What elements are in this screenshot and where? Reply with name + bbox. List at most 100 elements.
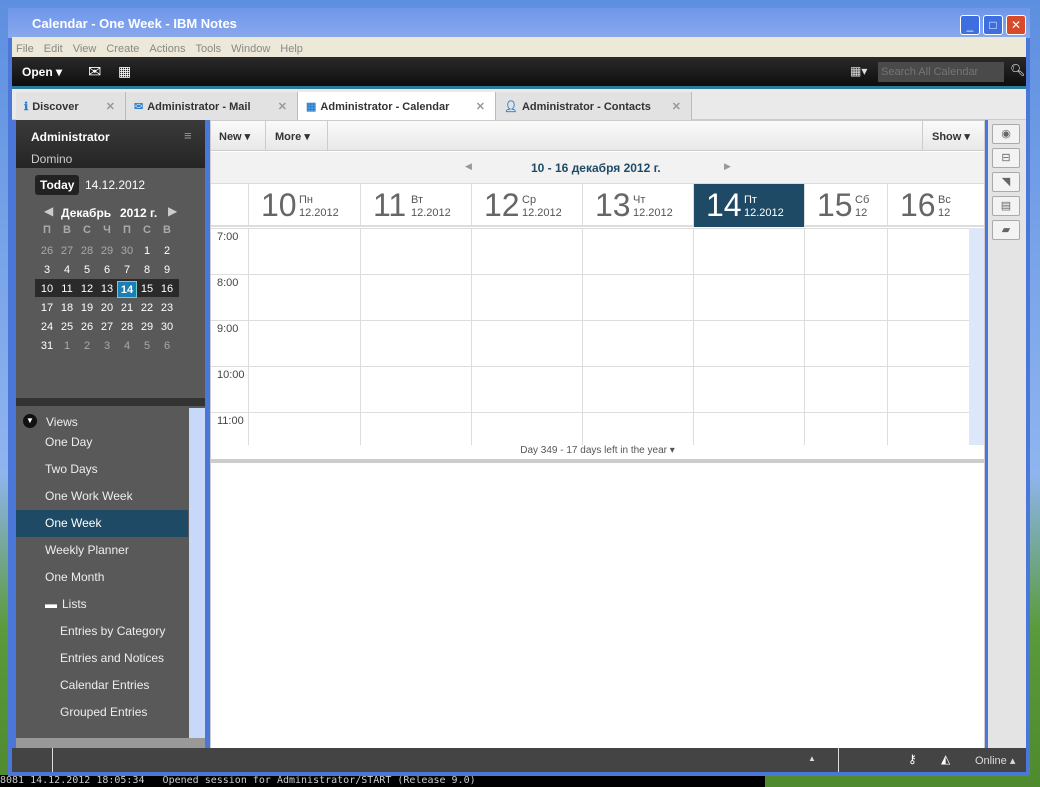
day-counter[interactable]: Day 349 - 17 days left in the year ▾ xyxy=(211,445,984,456)
menu-actions[interactable]: Actions xyxy=(149,43,185,55)
open-button[interactable]: Open ▾ xyxy=(22,65,62,79)
mini-cal-day[interactable]: 24 xyxy=(37,319,57,336)
search-scope-icon[interactable]: ▦▾ xyxy=(850,64,867,78)
day-header[interactable]: 15 Сб 12 xyxy=(804,184,887,227)
menu-icon[interactable]: ≡ xyxy=(184,128,192,143)
view-one-week[interactable]: One Week xyxy=(16,510,188,537)
mini-cal-day[interactable]: 20 xyxy=(97,300,117,317)
mini-cal-day[interactable]: 3 xyxy=(97,338,117,355)
list-calendar-entries[interactable]: Calendar Entries xyxy=(16,672,188,699)
hour-row[interactable] xyxy=(211,320,969,366)
prev-week-icon[interactable]: ◀ xyxy=(465,161,472,172)
mini-cal-day[interactable]: 19 xyxy=(77,300,97,317)
toolbox-icon[interactable]: ⊟ xyxy=(992,148,1020,168)
mini-cal-day[interactable]: 23 xyxy=(157,300,177,317)
mail-icon[interactable]: ✉ xyxy=(88,62,101,82)
status-expand-icon[interactable]: ▲ xyxy=(808,754,816,763)
mini-cal-day[interactable]: 25 xyxy=(57,319,77,336)
views-header[interactable]: Views xyxy=(46,415,78,429)
mini-cal-day[interactable]: 30 xyxy=(157,319,177,336)
maximize-button[interactable]: □ xyxy=(983,15,1003,35)
location-icon[interactable]: ◭ xyxy=(941,752,950,766)
mini-cal-day[interactable]: 6 xyxy=(157,338,177,355)
more-button[interactable]: More ▾ xyxy=(266,121,328,151)
list-entries-by-category[interactable]: Entries by Category xyxy=(16,618,188,645)
tab-administrator-mail[interactable]: ✉ Administrator - Mail ✕ xyxy=(126,92,298,120)
tab-administrator-contacts[interactable]: 👤︎ Administrator - Contacts ✕ xyxy=(496,92,692,120)
online-status[interactable]: Online ▴ xyxy=(975,754,1015,767)
search-icon[interactable]: 🔍︎ xyxy=(1010,63,1025,77)
mini-cal-day[interactable]: 11 xyxy=(57,281,77,298)
close-tab-icon[interactable]: ✕ xyxy=(476,100,485,113)
mini-cal-day[interactable]: 1 xyxy=(57,338,77,355)
view-one-month[interactable]: One Month xyxy=(16,564,188,591)
prev-month-icon[interactable]: ◀ xyxy=(44,204,53,218)
mini-cal-day[interactable]: 5 xyxy=(137,338,157,355)
mini-cal-day[interactable]: 30 xyxy=(117,243,137,260)
mini-cal-day[interactable]: 22 xyxy=(137,300,157,317)
grid-scrollbar[interactable] xyxy=(969,228,984,445)
day-header[interactable]: 16 Вс 12 xyxy=(887,184,969,227)
day-header[interactable]: 12 Ср 12.2012 xyxy=(471,184,582,227)
search-input[interactable] xyxy=(878,62,1004,82)
mini-cal-day[interactable]: 28 xyxy=(117,319,137,336)
mini-cal-day[interactable]: 6 xyxy=(97,262,117,279)
mini-cal-day[interactable]: 27 xyxy=(97,319,117,336)
day-header[interactable]: 10 Пн 12.2012 xyxy=(248,184,360,227)
close-button[interactable]: ✕ xyxy=(1006,15,1026,35)
mini-cal-day[interactable]: 4 xyxy=(117,338,137,355)
calendar-icon[interactable]: ▦ xyxy=(118,63,131,80)
lists-folder[interactable]: ▬ Lists xyxy=(16,591,188,618)
mini-cal-day[interactable]: 5 xyxy=(77,262,97,279)
day-at-glance-icon[interactable]: ▤ xyxy=(992,196,1020,216)
pane-splitter[interactable] xyxy=(211,459,984,463)
mini-cal-day[interactable]: 10 xyxy=(37,281,57,298)
close-tab-icon[interactable]: ✕ xyxy=(278,100,287,113)
menu-file[interactable]: File xyxy=(16,43,34,55)
day-header[interactable]: 14 Пт 12.2012 xyxy=(693,184,804,227)
mini-cal-day[interactable]: 7 xyxy=(117,262,137,279)
menu-edit[interactable]: Edit xyxy=(44,43,63,55)
mini-cal-day[interactable]: 26 xyxy=(37,243,57,260)
list-entries-and-notices[interactable]: Entries and Notices xyxy=(16,645,188,672)
mini-cal-day[interactable]: 29 xyxy=(137,319,157,336)
mini-cal-day[interactable]: 12 xyxy=(77,281,97,298)
mini-cal-day[interactable]: 27 xyxy=(57,243,77,260)
sidebar-scrollbar[interactable] xyxy=(189,408,205,738)
hour-row[interactable] xyxy=(211,228,969,274)
mini-cal-day[interactable]: 21 xyxy=(117,300,137,317)
list-grouped-entries[interactable]: Grouped Entries xyxy=(16,699,188,726)
next-month-icon[interactable]: ▶ xyxy=(168,204,177,218)
mini-cal-day[interactable]: 17 xyxy=(37,300,57,317)
hour-row[interactable] xyxy=(211,274,969,320)
mini-cal-day[interactable]: 1 xyxy=(137,243,157,260)
today-button[interactable]: Today xyxy=(35,175,80,195)
menu-create[interactable]: Create xyxy=(106,43,139,55)
mini-cal-day[interactable]: 4 xyxy=(57,262,77,279)
key-icon[interactable]: ⚷ xyxy=(908,752,917,766)
view-weekly-planner[interactable]: Weekly Planner xyxy=(16,537,188,564)
mini-cal-day[interactable]: 28 xyxy=(77,243,97,260)
next-week-icon[interactable]: ▶ xyxy=(724,161,731,172)
menu-tools[interactable]: Tools xyxy=(195,43,221,55)
mini-cal-day[interactable]: 14 xyxy=(117,281,137,298)
menu-view[interactable]: View xyxy=(73,43,97,55)
briefcase-icon[interactable]: ▰ xyxy=(992,220,1020,240)
mini-cal-day[interactable]: 16 xyxy=(157,281,177,298)
menu-help[interactable]: Help xyxy=(280,43,303,55)
mini-cal-day[interactable]: 26 xyxy=(77,319,97,336)
mini-cal-day[interactable]: 2 xyxy=(77,338,97,355)
mini-cal-day[interactable]: 2 xyxy=(157,243,177,260)
mini-cal-day[interactable]: 9 xyxy=(157,262,177,279)
mini-cal-day[interactable]: 18 xyxy=(57,300,77,317)
mini-cal-day[interactable]: 31 xyxy=(37,338,57,355)
mini-cal-day[interactable]: 3 xyxy=(37,262,57,279)
hour-row[interactable] xyxy=(211,366,969,412)
sametime-icon[interactable]: ◉ xyxy=(992,124,1020,144)
mini-cal-day[interactable]: 8 xyxy=(137,262,157,279)
collapse-views-icon[interactable]: ▼ xyxy=(23,414,37,428)
minimize-button[interactable]: _ xyxy=(960,15,980,35)
mini-cal-day[interactable]: 15 xyxy=(137,281,157,298)
close-tab-icon[interactable]: ✕ xyxy=(106,100,115,113)
view-two-days[interactable]: Two Days xyxy=(16,456,188,483)
